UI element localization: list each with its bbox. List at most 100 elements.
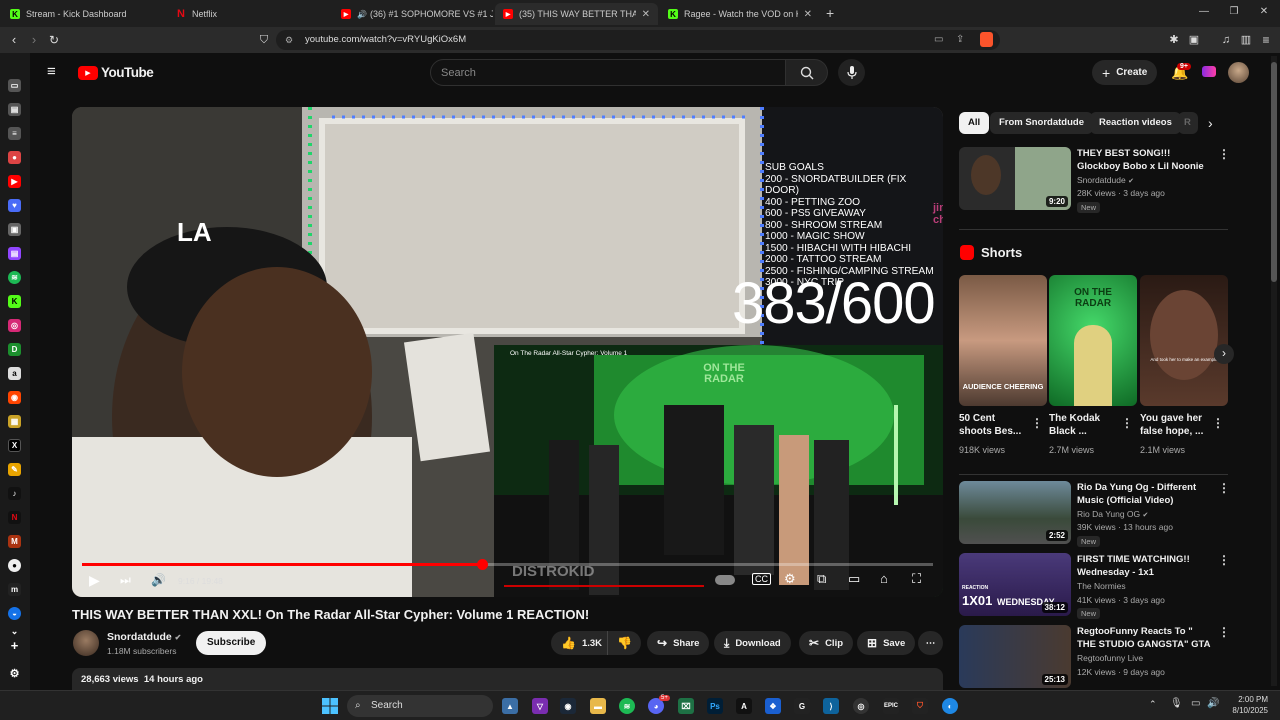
sidebar-settings-icon[interactable]: ⚙ bbox=[8, 667, 21, 680]
taskbar-a-app-icon[interactable]: A bbox=[736, 698, 752, 714]
taskbar-app3-icon[interactable]: G bbox=[794, 698, 810, 714]
brave-shield-icon[interactable] bbox=[980, 32, 993, 47]
share-button[interactable]: ↪ Share bbox=[647, 631, 710, 655]
channel-avatar[interactable] bbox=[73, 630, 99, 656]
next-icon[interactable]: ⏭ bbox=[120, 573, 131, 588]
minimize-icon[interactable]: — bbox=[1194, 6, 1214, 17]
miniplayer-icon[interactable]: ⧉ bbox=[817, 571, 826, 587]
volume-icon[interactable]: 🔊 bbox=[151, 573, 166, 587]
taskbar-xbox-icon[interactable]: ⌧ bbox=[678, 698, 694, 714]
rail-video-2-menu-icon[interactable]: ⋮ bbox=[1218, 481, 1230, 495]
progress-track[interactable] bbox=[82, 559, 933, 570]
sidebar-netflix-icon[interactable]: N bbox=[8, 511, 21, 524]
cast-icon[interactable]: ⌂ bbox=[880, 571, 888, 586]
window-close-icon[interactable]: ✕ bbox=[1254, 6, 1274, 17]
short-1-thumbnail[interactable]: AUDIENCE CHEERING bbox=[959, 275, 1047, 406]
taskbar-obs-icon[interactable]: ◎ bbox=[853, 698, 869, 714]
taskbar-steam-icon[interactable]: ◉ bbox=[560, 698, 576, 714]
short-2-title[interactable]: The Kodak Black ... bbox=[1049, 412, 1119, 440]
maximize-icon[interactable]: ❐ bbox=[1224, 6, 1244, 17]
sidebar-messenger-icon[interactable]: ♥ bbox=[8, 199, 21, 212]
sidebar-kick-icon[interactable]: K bbox=[8, 295, 21, 308]
sidebar-instagram-icon[interactable]: ◎ bbox=[8, 319, 21, 332]
sidebar-app6-icon[interactable]: ● bbox=[8, 559, 21, 572]
taskbar-edge-icon[interactable]: ◐ bbox=[942, 698, 958, 714]
theater-icon[interactable]: ▭ bbox=[848, 571, 860, 587]
sidebar-app2-icon[interactable]: ▣ bbox=[8, 223, 21, 236]
dislike-button[interactable]: 👎 bbox=[607, 631, 641, 655]
start-icon[interactable] bbox=[322, 698, 338, 714]
rail-video-3-thumbnail[interactable]: REACTION 1X01 WEDNESDAY 38:12 bbox=[959, 553, 1071, 616]
extension-badge-icon[interactable] bbox=[1202, 66, 1216, 77]
short-1-title[interactable]: 50 Cent shoots Bes... bbox=[959, 412, 1029, 440]
sidebar-d-app-icon[interactable]: D bbox=[8, 343, 21, 356]
shorts-next-icon[interactable]: › bbox=[1214, 344, 1234, 364]
new-tab-icon[interactable]: + bbox=[826, 5, 834, 21]
rail-video-4-title[interactable]: RegtooFunny Reacts To " THE STUDIO GANGS… bbox=[1077, 625, 1211, 651]
taskbar-spotify-icon[interactable]: ≋ bbox=[619, 698, 635, 714]
sidebar-toggle-icon[interactable]: ▥ bbox=[1238, 32, 1254, 48]
search-input[interactable]: Search bbox=[430, 59, 786, 86]
tab-youtube-sophomore[interactable]: ▶ 🔊 (36) #1 SOPHOMORE VS #1 JUNI bbox=[333, 3, 493, 25]
subscribe-button[interactable]: Subscribe bbox=[196, 631, 267, 655]
sidebar-panel-icon[interactable]: ▭ bbox=[8, 79, 21, 92]
short-3-title[interactable]: You gave her false hope, ... bbox=[1140, 412, 1210, 440]
chip-reaction-videos[interactable]: Reaction videos bbox=[1090, 112, 1181, 134]
sidebar-youtube-icon[interactable]: ▶ bbox=[8, 175, 21, 188]
wallet-icon[interactable]: ▣ bbox=[1186, 32, 1202, 48]
menu-icon[interactable]: ≡ bbox=[1258, 32, 1274, 48]
taskbar-epic-icon[interactable]: EPIC bbox=[883, 698, 899, 714]
sidebar-reading-icon[interactable]: ≡ bbox=[8, 127, 21, 140]
sidebar-twitch-icon[interactable]: ▤ bbox=[8, 247, 21, 260]
short-2-thumbnail[interactable]: ON THE RADAR bbox=[1049, 275, 1137, 406]
taskbar-app-icon[interactable]: ▽ bbox=[532, 698, 548, 714]
fullscreen-icon[interactable]: ⛶ bbox=[912, 571, 921, 587]
taskbar-brave-icon[interactable]: ⛉ bbox=[912, 698, 928, 714]
rail-video-3-title[interactable]: FIRST TIME WATCHING!! Wednesday - 1x1 We… bbox=[1077, 553, 1211, 579]
tab-kick-dashboard[interactable]: K Stream - Kick Dashboard bbox=[2, 3, 167, 25]
youtube-logo[interactable]: ▶ YouTube bbox=[78, 65, 154, 80]
search-button[interactable] bbox=[786, 59, 828, 86]
like-button[interactable]: 👍 1.3K bbox=[551, 631, 611, 655]
autoplay-toggle[interactable] bbox=[715, 575, 735, 585]
page-scrollbar[interactable] bbox=[1271, 56, 1277, 686]
more-actions-button[interactable]: ⋯ bbox=[918, 631, 943, 655]
short-3-thumbnail[interactable]: And took her to make an example bbox=[1140, 275, 1228, 406]
voice-search-button[interactable] bbox=[838, 59, 865, 86]
taskbar-app2-icon[interactable]: ❖ bbox=[765, 698, 781, 714]
sidebar-amazon-icon[interactable]: a bbox=[8, 367, 21, 380]
tray-volume-icon[interactable]: 🔊 bbox=[1207, 698, 1219, 709]
bookmark-icon[interactable]: ⛉ bbox=[256, 32, 272, 48]
tray-chevron-icon[interactable]: ⌃ bbox=[1149, 699, 1157, 710]
save-button[interactable]: ⊞ Save bbox=[857, 631, 916, 655]
settings-icon[interactable]: ⚙ bbox=[784, 571, 796, 587]
pip-icon[interactable]: ▭ bbox=[934, 30, 943, 50]
guide-menu-icon[interactable]: ≡ bbox=[47, 64, 56, 79]
tab-netflix[interactable]: N Netflix bbox=[168, 3, 334, 25]
site-info-icon[interactable]: ⚙ bbox=[285, 30, 293, 50]
rail-video-1-thumbnail[interactable]: 9:20 bbox=[959, 147, 1071, 210]
rail-video-4-menu-icon[interactable]: ⋮ bbox=[1218, 625, 1230, 639]
short-1-menu-icon[interactable]: ⋮ bbox=[1031, 416, 1043, 430]
sidebar-app3-icon[interactable]: ▦ bbox=[8, 415, 21, 428]
captions-icon[interactable]: CC bbox=[752, 573, 771, 585]
rail-video-3-channel[interactable]: The Normies bbox=[1077, 580, 1126, 593]
sidebar-add-icon[interactable]: + bbox=[8, 638, 21, 653]
sidebar-app8-icon[interactable]: ◒ bbox=[8, 607, 21, 620]
channel-name[interactable]: Snordatdude ✔ bbox=[107, 631, 181, 643]
rail-video-1-menu-icon[interactable]: ⋮ bbox=[1218, 147, 1230, 161]
taskbar-vscode-icon[interactable]: ⟩ bbox=[823, 698, 839, 714]
rail-video-4-thumbnail[interactable]: 25:13 bbox=[959, 625, 1071, 688]
sidebar-app4-icon[interactable]: ✎ bbox=[8, 463, 21, 476]
account-avatar[interactable] bbox=[1228, 62, 1249, 83]
download-button[interactable]: ⤓ Download bbox=[714, 631, 791, 655]
sidebar-collapse-icon[interactable]: ⌄ bbox=[8, 625, 21, 638]
chip-all[interactable]: All bbox=[959, 112, 990, 134]
sidebar-bookmarks-icon[interactable]: ▤ bbox=[8, 103, 21, 116]
rail-video-2-channel[interactable]: Rio Da Yung OG ✔ bbox=[1077, 508, 1148, 522]
sidebar-spotify-icon[interactable]: ≋ bbox=[8, 271, 21, 284]
sidebar-tiktok-icon[interactable]: ♪ bbox=[8, 487, 21, 500]
tray-network-icon[interactable]: ▭ bbox=[1191, 698, 1200, 709]
scrollbar-thumb[interactable] bbox=[1271, 62, 1277, 282]
url-field[interactable]: ⚙ youtube.com/watch?v=vRYUgKiOx6M ▭ ⇪ bbox=[276, 30, 1000, 50]
